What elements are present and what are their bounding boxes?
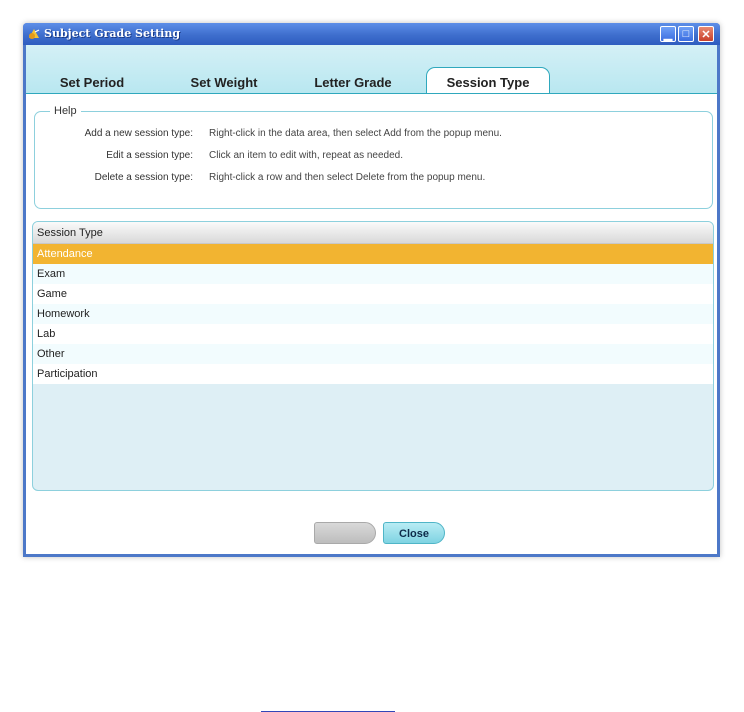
minimize-button[interactable]: ▁ [660, 26, 676, 42]
tab-strip-border [26, 93, 717, 94]
minimize-icon: ▁ [663, 28, 673, 41]
close-window-button[interactable]: ✕ [698, 26, 714, 42]
tab-set-weight[interactable]: Set Weight [174, 73, 274, 94]
help-text: Right-click in the data area, then selec… [209, 128, 502, 139]
table-row[interactable]: Lab [33, 324, 713, 344]
help-row-edit: Edit a session type: Click an item to ed… [35, 149, 714, 163]
help-row-add: Add a new session type: Right-click in t… [35, 127, 714, 141]
title-bar[interactable]: Subject Grade Setting ▁ □ ✕ [23, 23, 720, 45]
dialog-window: Subject Grade Setting ▁ □ ✕ Set Period S… [23, 23, 720, 557]
help-label: Delete a session type: [94, 172, 193, 183]
help-panel: Help Add a new session type: Right-click… [34, 105, 714, 209]
table-row[interactable]: Attendance [33, 244, 713, 264]
app-logo-icon [29, 29, 40, 39]
help-text: Right-click a row and then select Delete… [209, 172, 486, 183]
dialog-client-area: Set Period Set Weight Letter Grade Sessi… [26, 45, 717, 554]
disabled-action-button [314, 522, 376, 544]
session-type-table[interactable]: Session Type Attendance Exam Game Homewo… [32, 221, 714, 491]
help-legend: Help [50, 105, 81, 117]
tab-strip: Set Period Set Weight Letter Grade Sessi… [26, 45, 717, 94]
table-row[interactable]: Game [33, 284, 713, 304]
table-row[interactable]: Exam [33, 264, 713, 284]
close-icon: ✕ [701, 28, 711, 41]
tab-set-period[interactable]: Set Period [44, 73, 140, 94]
tab-session-type[interactable]: Session Type [426, 67, 550, 94]
table-row[interactable]: Other [33, 344, 713, 364]
maximize-button[interactable]: □ [678, 26, 694, 42]
help-label: Add a new session type: [84, 128, 193, 139]
table-row[interactable]: Participation [33, 364, 713, 384]
column-header-session-type[interactable]: Session Type [33, 222, 713, 244]
window-title: Subject Grade Setting [44, 27, 181, 40]
tab-letter-grade[interactable]: Letter Grade [300, 73, 406, 94]
table-row[interactable]: Homework [33, 304, 713, 324]
close-button[interactable]: Close [383, 522, 445, 544]
maximize-icon: □ [682, 28, 690, 40]
help-text: Click an item to edit with, repeat as ne… [209, 150, 403, 161]
help-row-delete: Delete a session type: Right-click a row… [35, 171, 714, 185]
help-label: Edit a session type: [106, 150, 193, 161]
